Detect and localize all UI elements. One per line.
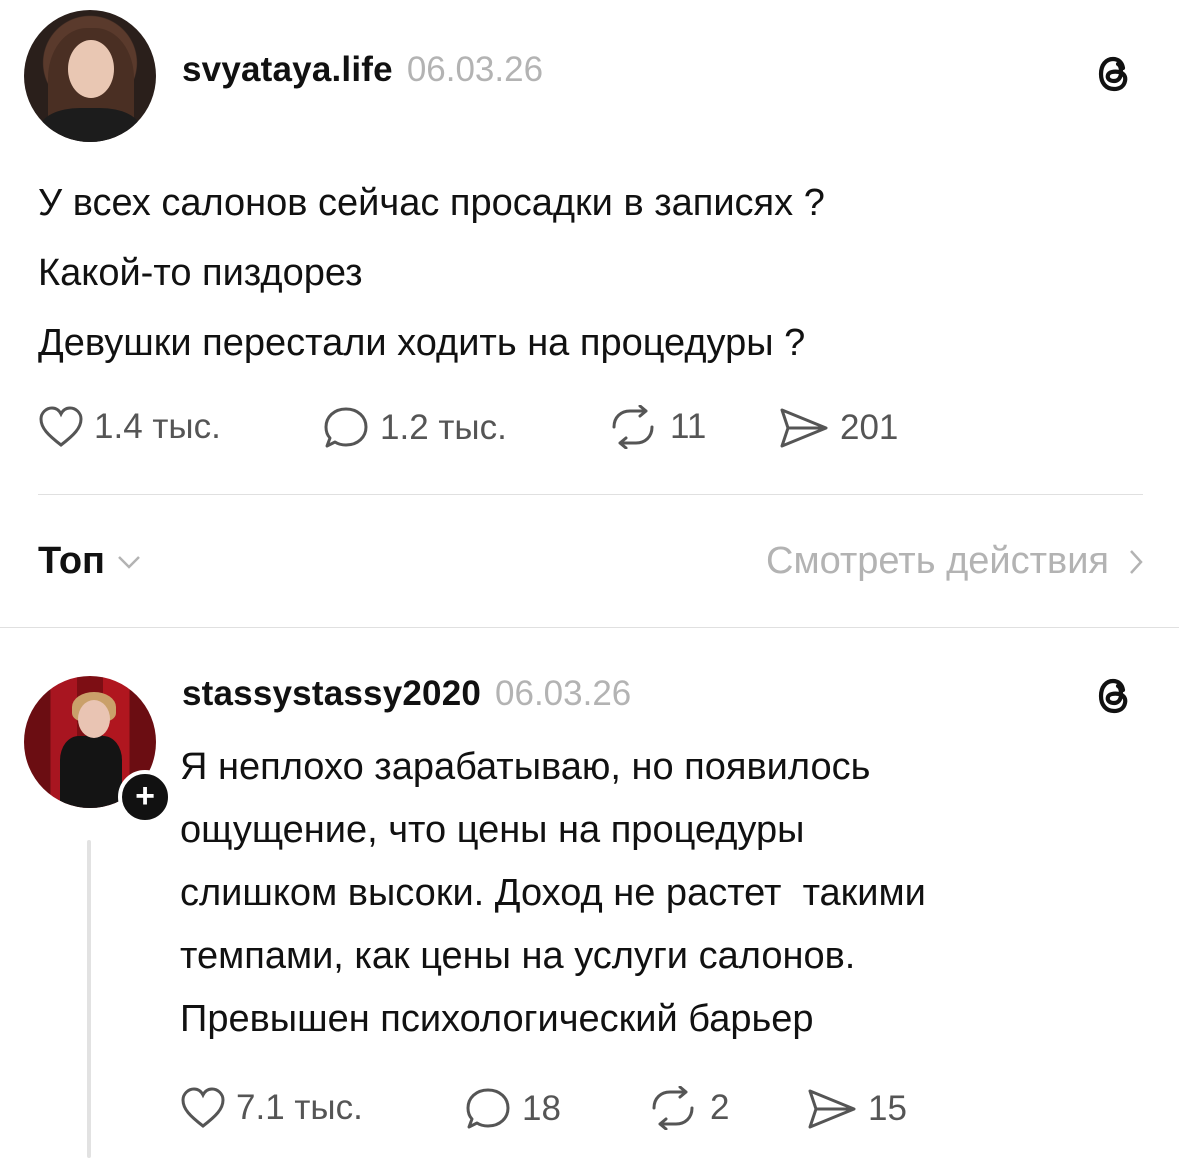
- sort-label: Топ: [38, 540, 105, 582]
- comment-button[interactable]: 1.2 тыс.: [322, 405, 507, 451]
- like-count: 1.4 тыс.: [94, 407, 221, 446]
- heart-icon: [181, 1087, 225, 1128]
- thread-line: [87, 840, 91, 1158]
- share-button[interactable]: 15: [806, 1086, 907, 1132]
- post-body: У всех салонов сейчас просадки в записях…: [38, 168, 825, 378]
- chevron-down-icon: [118, 555, 140, 569]
- repost-icon: [652, 1086, 694, 1130]
- reply-line: слишком высоки. Доход не растет такими: [180, 872, 926, 914]
- like-button[interactable]: 1.4 тыс.: [38, 405, 221, 449]
- comment-bubble-icon: [466, 1088, 510, 1129]
- reply-line: ощущение, что цены на процедуры: [180, 809, 805, 851]
- post-author-username[interactable]: svyataya.life: [182, 50, 393, 90]
- comment-bubble-icon: [324, 407, 368, 448]
- like-count: 7.1 тыс.: [236, 1088, 363, 1127]
- comment-count: 18: [522, 1089, 561, 1128]
- post-line: У всех салонов сейчас просадки в записях…: [38, 182, 825, 224]
- repost-icon: [612, 405, 654, 449]
- threads-logo-icon[interactable]: [1090, 50, 1138, 98]
- share-count: 201: [840, 408, 899, 447]
- repost-button[interactable]: 2: [646, 1086, 729, 1130]
- reply-line: Я неплохо зарабатываю, но появилось: [180, 746, 871, 788]
- post-author-avatar[interactable]: [24, 10, 156, 142]
- follow-plus-button[interactable]: +: [118, 770, 172, 824]
- comment-count: 1.2 тыс.: [380, 408, 507, 447]
- repost-count: 11: [670, 407, 707, 446]
- heart-icon: [39, 406, 83, 447]
- post-line: Какой-то пиздорез: [38, 252, 363, 294]
- see-actions-label: Смотреть действия: [766, 540, 1109, 582]
- like-button[interactable]: 7.1 тыс.: [180, 1086, 363, 1130]
- share-button[interactable]: 201: [778, 405, 898, 451]
- chevron-right-icon: [1130, 549, 1143, 574]
- post-line: Девушки перестали ходить на процедуры ?: [38, 322, 806, 364]
- sort-dropdown[interactable]: Топ: [38, 540, 143, 583]
- divider: [0, 627, 1179, 628]
- see-actions-link[interactable]: Смотреть действия: [766, 540, 1145, 583]
- repost-count: 2: [710, 1088, 730, 1127]
- reply-author-username[interactable]: stassystassy2020: [182, 674, 481, 714]
- post-date: 06.03.26: [406, 50, 544, 89]
- reply-body: Я неплохо зарабатываю, но появилось ощущ…: [180, 736, 926, 1051]
- share-plane-icon: [780, 408, 828, 448]
- repost-button[interactable]: 11: [606, 405, 706, 449]
- reply-line: темпами, как цены на услуги салонов.: [180, 935, 856, 977]
- comment-button[interactable]: 18: [464, 1086, 561, 1132]
- share-count: 15: [868, 1089, 907, 1128]
- reply-date: 06.03.26: [495, 674, 632, 713]
- reply-line: Превышен психологический барьер: [180, 998, 814, 1040]
- share-plane-icon: [808, 1089, 856, 1129]
- threads-logo-icon[interactable]: [1090, 672, 1138, 720]
- divider: [38, 494, 1143, 495]
